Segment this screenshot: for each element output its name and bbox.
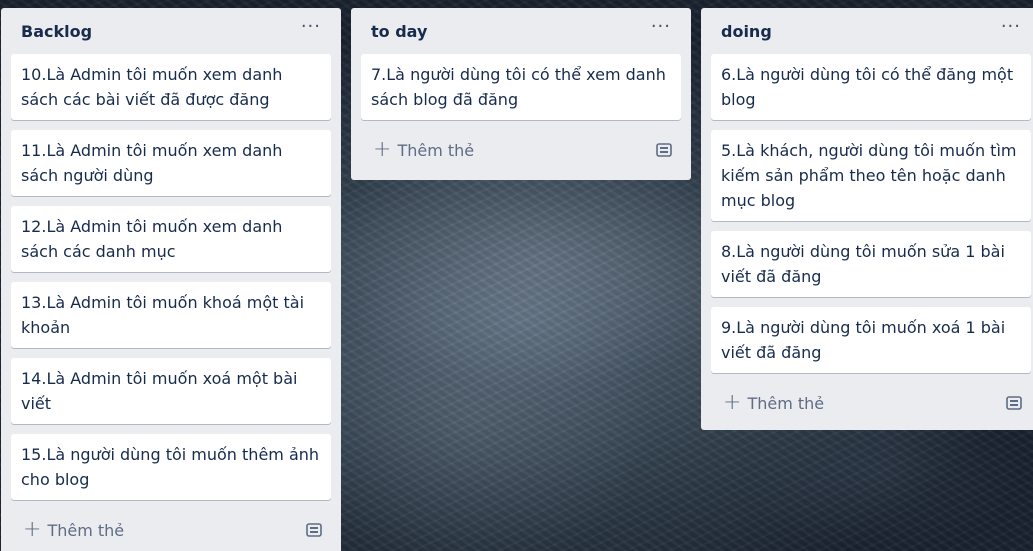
list-title[interactable]: to day <box>371 22 427 41</box>
add-card-label: Thêm thẻ <box>747 393 825 413</box>
card[interactable]: 7.Là người dùng tôi có thể xem danh sách… <box>361 54 681 120</box>
card[interactable]: 13.Là Admin tôi muốn khoá một tài khoản <box>11 282 331 348</box>
add-card-button[interactable]: + Thêm thẻ <box>723 392 824 414</box>
card-template-icon[interactable] <box>655 141 673 159</box>
list-header: Backlog ··· <box>11 8 331 54</box>
plus-icon: + <box>23 517 42 542</box>
card-title: 8.Là người dùng tôi muốn sửa 1 bài viết … <box>721 242 1005 286</box>
list-header: doing ··· <box>711 8 1031 54</box>
list-title[interactable]: doing <box>721 22 772 41</box>
card[interactable]: 9.Là người dùng tôi muốn xoá 1 bài viết … <box>711 307 1031 373</box>
card-title: 14.Là Admin tôi muốn xoá một bài viết <box>21 369 298 413</box>
add-card-button[interactable]: + Thêm thẻ <box>373 139 474 161</box>
card[interactable]: 5.Là khách, người dùng tôi muốn tìm kiếm… <box>711 130 1031 221</box>
list-backlog: Backlog ··· 10.Là Admin tôi muốn xem dan… <box>1 8 341 551</box>
list-footer: + Thêm thẻ <box>711 383 1031 423</box>
plus-icon: + <box>373 137 392 162</box>
card[interactable]: 12.Là Admin tôi muốn xem danh sách các d… <box>11 206 331 272</box>
plus-icon: + <box>723 390 742 415</box>
list-menu-icon[interactable]: ··· <box>651 18 671 36</box>
list-today: to day ··· 7.Là người dùng tôi có thể xe… <box>351 8 691 180</box>
card-title: 15.Là người dùng tôi muốn thêm ảnh cho b… <box>21 445 320 489</box>
card-title: 10.Là Admin tôi muốn xem danh sách các b… <box>21 65 283 109</box>
card-title: 11.Là Admin tôi muốn xem danh sách người… <box>21 141 283 185</box>
card[interactable]: 14.Là Admin tôi muốn xoá một bài viết <box>11 358 331 424</box>
card-title: 7.Là người dùng tôi có thể xem danh sách… <box>371 65 666 109</box>
list-header: to day ··· <box>361 8 681 54</box>
card-title: 12.Là Admin tôi muốn xem danh sách các d… <box>21 217 283 261</box>
list-title[interactable]: Backlog <box>21 22 92 41</box>
card[interactable]: 8.Là người dùng tôi muốn sửa 1 bài viết … <box>711 231 1031 297</box>
card-title: 9.Là người dùng tôi muốn xoá 1 bài viết … <box>721 318 1006 362</box>
card-template-icon[interactable] <box>305 521 323 539</box>
list-footer: + Thêm thẻ <box>11 510 331 550</box>
card[interactable]: 6.Là người dùng tôi có thể đăng một blog <box>711 54 1031 120</box>
list-menu-icon[interactable]: ··· <box>1001 18 1021 36</box>
list-menu-icon[interactable]: ··· <box>301 18 321 36</box>
card-title: 13.Là Admin tôi muốn khoá một tài khoản <box>21 293 305 337</box>
add-card-label: Thêm thẻ <box>397 140 475 160</box>
card-title: 5.Là khách, người dùng tôi muốn tìm kiếm… <box>721 141 1017 210</box>
card-template-icon[interactable] <box>1005 394 1023 412</box>
add-card-button[interactable]: + Thêm thẻ <box>23 519 124 541</box>
add-card-label: Thêm thẻ <box>47 520 125 540</box>
list-doing: doing ··· 6.Là người dùng tôi có thể đăn… <box>701 8 1033 430</box>
card-title: 6.Là người dùng tôi có thể đăng một blog <box>721 65 1014 109</box>
board-canvas: Backlog ··· 10.Là Admin tôi muốn xem dan… <box>0 0 1033 551</box>
card[interactable]: 11.Là Admin tôi muốn xem danh sách người… <box>11 130 331 196</box>
card[interactable]: 15.Là người dùng tôi muốn thêm ảnh cho b… <box>11 434 331 500</box>
list-footer: + Thêm thẻ <box>361 130 681 170</box>
card[interactable]: 10.Là Admin tôi muốn xem danh sách các b… <box>11 54 331 120</box>
